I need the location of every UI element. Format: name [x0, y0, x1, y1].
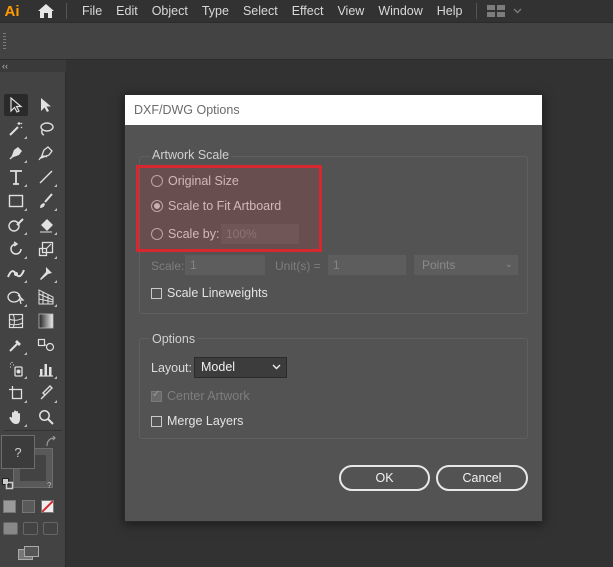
chevron-down-icon: ⌄ [504, 259, 513, 270]
menu-view[interactable]: View [330, 0, 371, 22]
units-label: Unit(s) = [275, 259, 321, 273]
direct-selection-tool-icon[interactable] [34, 94, 58, 116]
paintbrush-tool-icon[interactable] [34, 190, 58, 212]
fill-swatch[interactable]: ? [1, 435, 35, 469]
width-tool-icon[interactable] [4, 262, 28, 284]
screen-mode-icon[interactable] [18, 546, 40, 560]
ok-button[interactable]: OK [339, 465, 430, 491]
symbol-sprayer-tool-icon[interactable] [4, 358, 28, 380]
color-button[interactable] [3, 500, 16, 513]
line-segment-tool-icon[interactable] [34, 166, 58, 188]
layout-value: Model [201, 360, 236, 374]
merge-layers-label: Merge Layers [167, 414, 244, 428]
dialog-title: DXF/DWG Options [125, 95, 542, 125]
menu-window[interactable]: Window [371, 0, 429, 22]
default-fill-stroke-icon[interactable] [2, 478, 14, 493]
draw-mode-buttons [3, 522, 58, 535]
eyedropper-tool-icon[interactable] [4, 334, 28, 356]
column-graph-tool-icon[interactable] [34, 358, 58, 380]
scale-lineweights-option[interactable]: Scale Lineweights [151, 286, 268, 300]
hand-tool-icon[interactable] [4, 406, 28, 428]
scale-to-fit-radio[interactable] [151, 200, 163, 212]
menu-file[interactable]: File [75, 0, 109, 22]
workspace-grid-icon [486, 5, 505, 17]
scale-by-label: Scale by: [168, 227, 220, 241]
scale-by-input[interactable]: 100% [221, 224, 299, 244]
scale-to-fit-label: Scale to Fit Artboard [168, 199, 282, 213]
slice-tool-icon[interactable] [34, 382, 58, 404]
scale-by-option[interactable]: Scale by: [151, 227, 219, 241]
scale-input[interactable]: 1 [185, 255, 265, 275]
artwork-scale-label: Artwork Scale [150, 148, 232, 162]
draw-normal-icon[interactable] [3, 522, 18, 535]
chevron-down-icon [272, 364, 281, 370]
scale-to-fit-option[interactable]: Scale to Fit Artboard [151, 199, 281, 213]
shape-builder-tool-icon[interactable] [4, 286, 28, 308]
units-input[interactable]: 1 [328, 255, 406, 275]
menu-effect[interactable]: Effect [285, 0, 331, 22]
blend-tool-icon[interactable] [34, 334, 58, 356]
merge-layers-checkbox[interactable] [151, 415, 162, 427]
rectangle-tool-icon[interactable] [4, 190, 28, 212]
merge-layers-option[interactable]: Merge Layers [151, 414, 243, 428]
perspective-grid-tool-icon[interactable] [34, 286, 58, 308]
center-artwork-option: Center Artwork [151, 389, 250, 403]
original-size-option[interactable]: Original Size [151, 174, 239, 188]
menu-type[interactable]: Type [195, 0, 236, 22]
tools-panel: ‹‹ ? ? [0, 60, 66, 567]
artboard-tool-icon[interactable] [4, 382, 28, 404]
scale-label: Scale: [151, 259, 185, 273]
center-artwork-label: Center Artwork [167, 389, 250, 403]
cancel-button[interactable]: Cancel [436, 465, 528, 491]
shaper-tool-icon[interactable] [4, 214, 28, 236]
units-type-value: Points [422, 258, 456, 272]
toolbar-divider [4, 430, 62, 431]
scale-lineweights-checkbox[interactable] [151, 287, 162, 299]
scale-by-radio[interactable] [151, 228, 163, 240]
puppet-warp-tool-icon[interactable] [34, 262, 58, 284]
menu-divider [66, 3, 67, 19]
menu-divider [475, 3, 477, 19]
menu-edit[interactable]: Edit [109, 0, 145, 22]
home-icon[interactable] [32, 0, 60, 22]
pen-tool-icon[interactable] [4, 142, 28, 164]
type-tool-icon[interactable] [4, 166, 28, 188]
panel-grip[interactable] [3, 33, 6, 51]
layout-select[interactable]: Model [194, 357, 287, 378]
draw-behind-icon[interactable] [23, 522, 38, 535]
chevron-down-icon [513, 8, 521, 14]
scale-lineweights-label: Scale Lineweights [167, 286, 268, 300]
none-button[interactable] [41, 500, 54, 513]
center-artwork-checkbox [151, 389, 162, 402]
scale-tool-icon[interactable] [34, 238, 58, 260]
menu-select[interactable]: Select [236, 0, 285, 22]
selection-tool-icon[interactable] [4, 94, 28, 116]
menu-bar: Ai File Edit Object Type Select Effect V… [0, 0, 613, 22]
control-bar [0, 22, 613, 60]
swap-fill-stroke-icon[interactable] [45, 435, 57, 451]
gradient-tool-icon[interactable] [34, 310, 58, 332]
lasso-tool-icon[interactable] [34, 118, 58, 140]
mesh-tool-icon[interactable] [4, 310, 28, 332]
color-mode-buttons [3, 500, 54, 513]
menu-help[interactable]: Help [430, 0, 470, 22]
workspace-switcher[interactable] [486, 5, 522, 17]
app-logo: Ai [4, 2, 20, 20]
units-type-select[interactable]: Points ⌄ [414, 255, 518, 275]
collapse-panel-icon[interactable]: ‹‹ [0, 60, 66, 72]
original-size-label: Original Size [168, 174, 239, 188]
zoom-tool-icon[interactable] [34, 406, 58, 428]
draw-inside-icon[interactable] [43, 522, 58, 535]
layout-label: Layout: [151, 361, 193, 375]
dxf-dwg-options-dialog: DXF/DWG Options Artwork Scale Original S… [124, 94, 543, 522]
rotate-tool-icon[interactable] [4, 238, 28, 260]
gradient-button[interactable] [22, 500, 35, 513]
magic-wand-tool-icon[interactable] [4, 118, 28, 140]
menu-object[interactable]: Object [145, 0, 195, 22]
eraser-tool-icon[interactable] [34, 214, 58, 236]
curvature-tool-icon[interactable] [34, 142, 58, 164]
stroke-placeholder: ? [47, 481, 52, 490]
options-label: Options [150, 332, 198, 346]
original-size-radio[interactable] [151, 175, 163, 187]
